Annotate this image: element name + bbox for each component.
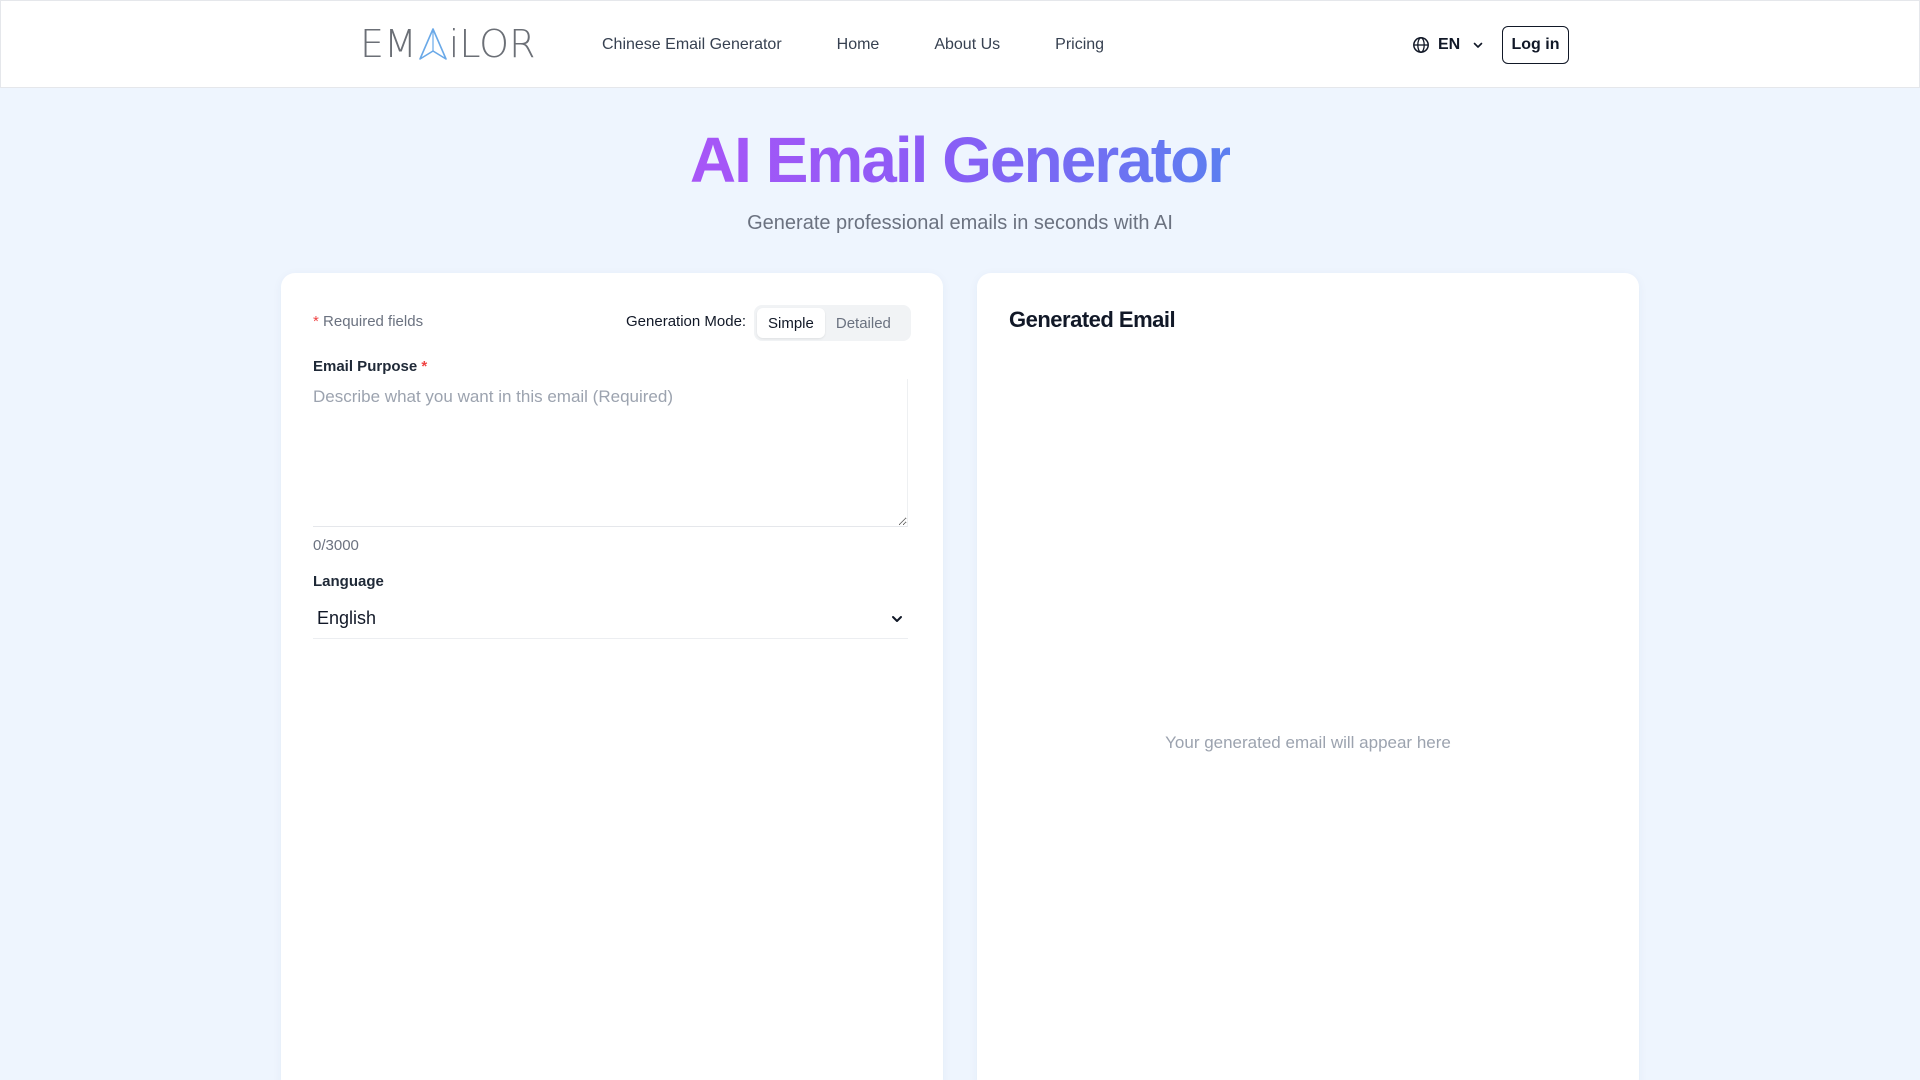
chevron-down-icon — [1473, 42, 1483, 48]
mode-detailed-button[interactable]: Detailed — [825, 308, 902, 338]
language-code: EN — [1438, 36, 1461, 53]
email-form-card: * Required fields Generation Mode: Simpl… — [281, 273, 943, 1080]
language-label: Language — [313, 573, 384, 590]
page-title: AI Email Generator — [689, 124, 1232, 196]
generation-mode-label: Generation Mode: — [626, 313, 747, 330]
language-select[interactable]: English — [313, 599, 908, 639]
logo-text-left: EM — [360, 22, 417, 66]
email-purpose-label: Email Purpose * — [313, 358, 428, 375]
generated-email-placeholder: Your generated email will appear here — [1165, 733, 1451, 752]
nav-link-chinese-email-generator[interactable]: Chinese Email Generator — [602, 36, 782, 54]
nav-link-about-us[interactable]: About Us — [934, 36, 1000, 54]
paper-plane-logo-icon — [418, 28, 447, 60]
required-star: * — [421, 358, 428, 375]
email-purpose-textarea[interactable] — [313, 379, 908, 527]
main-nav: Chinese Email Generator Home About Us Pr… — [602, 1, 1159, 89]
generation-mode-toggle: Simple Detailed — [754, 305, 911, 341]
generated-email-title: Generated Email — [1009, 307, 1176, 332]
nav-link-pricing[interactable]: Pricing — [1055, 36, 1104, 54]
language-select-value: English — [317, 608, 377, 628]
emailor-logo[interactable]: EM iLOR — [360, 22, 536, 66]
nav-link-home[interactable]: Home — [837, 36, 880, 54]
generated-email-card: Generated Email Your generated email wil… — [977, 273, 1639, 1080]
chevron-down-icon — [892, 615, 902, 622]
top-navbar: EM iLOR Chinese Email Generator Home Abo… — [0, 0, 1920, 88]
required-fields-note: * Required fields — [313, 313, 424, 330]
mode-simple-button[interactable]: Simple — [757, 308, 825, 338]
required-star: * — [313, 313, 319, 330]
logo-text-right: iLOR — [448, 22, 536, 66]
language-switcher[interactable]: EN — [1412, 30, 1484, 60]
login-button[interactable]: Log in — [1502, 26, 1569, 64]
globe-icon — [1413, 37, 1429, 53]
page-subtitle: Generate professional emails in seconds … — [747, 212, 1173, 234]
character-count: 0/3000 — [313, 537, 359, 554]
